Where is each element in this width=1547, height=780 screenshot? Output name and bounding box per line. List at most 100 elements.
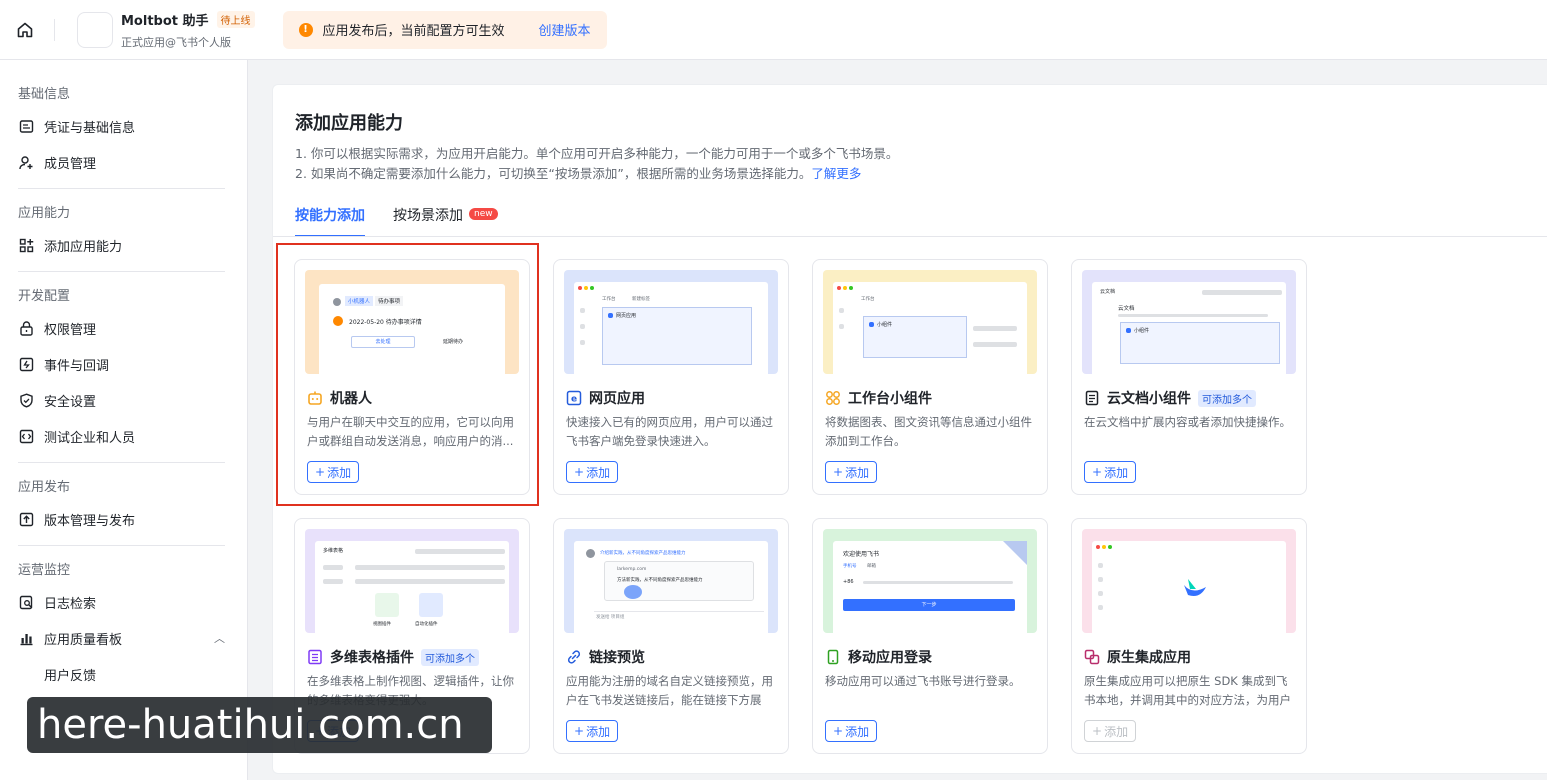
sidebar-item-label: 安全设置 <box>44 394 97 410</box>
publish-notice: ! 应用发布后，当前配置方可生效 创建版本 <box>282 10 607 49</box>
multi-add-badge: 可添加多个 <box>421 648 479 666</box>
sidebar-item-testing[interactable]: 测试企业和人员 <box>18 418 225 454</box>
sidebar-item-label: 日志检索 <box>44 596 97 612</box>
sidebar-item-permissions[interactable]: 权限管理 <box>18 310 225 346</box>
add-button-label: 添加 <box>845 465 870 480</box>
add-button[interactable]: +添加 <box>825 720 878 742</box>
card-title-text: 云文档小组件 <box>1107 391 1191 407</box>
description-line-1: 1. 你可以根据实际需求，为应用开启能力。单个应用可开启多种能力，一个能力可用于… <box>295 146 899 161</box>
sidebar-divider <box>18 188 225 189</box>
thumb-text: 视图插件 <box>373 622 391 627</box>
card-title: 链接预览 <box>566 647 645 667</box>
feishu-logo-icon <box>1184 579 1206 596</box>
card-description: 原生集成应用可以把原生 SDK 集成到飞书本地，并调用其中的对应方法，为用户提.… <box>1084 674 1291 707</box>
widget-icon <box>825 390 841 406</box>
description-text: 2. 如果尚不确定需要添加什么能力，可切换至“按场景添加”，根据所需的业务场景选… <box>295 166 812 181</box>
add-button-label: 添加 <box>1104 724 1129 739</box>
learn-more-link[interactable]: 了解更多 <box>811 166 861 181</box>
add-button-label: 添加 <box>586 465 611 480</box>
member-add-icon <box>18 154 34 170</box>
card-title: 原生集成应用 <box>1084 647 1191 667</box>
sidebar-item-logs[interactable]: 日志检索 <box>18 584 225 620</box>
card-title-text: 链接预览 <box>589 650 645 666</box>
card-title-text: 工作台小组件 <box>848 391 932 407</box>
mobile-icon <box>825 649 841 665</box>
event-icon <box>18 356 34 372</box>
sidebar-item-label: 版本管理与发布 <box>44 513 136 529</box>
tab-by-capability[interactable]: 按能力添加 <box>295 205 365 237</box>
highlight-box <box>276 243 539 506</box>
thumb-text: 邮箱 <box>867 564 876 569</box>
sidebar-item-release[interactable]: 版本管理与发布 <box>18 501 225 537</box>
app-avatar <box>77 11 113 48</box>
add-button[interactable]: +添加 <box>825 461 878 483</box>
add-button[interactable]: +添加 <box>1084 461 1137 483</box>
tab-bar: 按能力添加 按场景添加 new <box>295 205 498 237</box>
description-line-2: 2. 如果尚不确定需要添加什么能力，可切换至“按场景添加”，根据所需的业务场景选… <box>295 163 861 182</box>
thumb-text: larkemp.com <box>617 567 647 572</box>
capability-card-native-app[interactable]: 原生集成应用 原生集成应用可以把原生 SDK 集成到飞书本地，并调用其中的对应方… <box>1071 518 1307 754</box>
bitable-icon <box>307 649 323 665</box>
card-title: 移动应用登录 <box>825 647 932 667</box>
warning-icon: ! <box>298 22 313 37</box>
thumb-text: 发送给 项目组 <box>596 615 625 620</box>
link-icon <box>566 649 582 665</box>
new-badge: new <box>469 208 498 220</box>
thumb-text: +86 <box>843 579 854 585</box>
top-header: Moltbot 助手 待上线 正式应用@飞书个人版 ! 应用发布后，当前配置方可… <box>0 0 1547 60</box>
sidebar-item-user-feedback[interactable]: 用户反馈 <box>18 656 225 692</box>
status-badge: 待上线 <box>216 10 255 28</box>
card-thumbnail: 工作台 小组件 <box>823 270 1037 374</box>
test-icon <box>18 428 34 444</box>
sidebar-item-events[interactable]: 事件与回调 <box>18 346 225 382</box>
add-button[interactable]: +添加 <box>566 720 619 742</box>
capability-card-web-app[interactable]: 工作台 新建标签 网页应用 e 网页应用 快速接入已有的网页应用，用户可以通过飞… <box>553 259 789 495</box>
app-meta: Moltbot 助手 待上线 正式应用@飞书个人版 <box>121 10 255 50</box>
sidebar-item-label: 添加应用能力 <box>44 239 123 255</box>
capability-card-link-preview[interactable]: 介绍新实践，从不同角度探索产品思维能力 larkemp.com 方法新实践，从不… <box>553 518 789 754</box>
app-name: Moltbot 助手 <box>121 13 209 29</box>
credential-icon <box>18 118 34 134</box>
thumb-text: 多维表格 <box>323 548 344 554</box>
card-thumbnail: 欢迎使用飞书 手机号 邮箱 +86 下一步 <box>823 529 1037 633</box>
card-title-text: 网页应用 <box>589 391 645 407</box>
tab-by-scenario[interactable]: 按场景添加 new <box>393 205 498 237</box>
create-version-link[interactable]: 创建版本 <box>539 20 591 39</box>
watermark: here-huatihui.com.cn <box>27 697 492 753</box>
sidebar-item-credentials[interactable]: 凭证与基础信息 <box>18 108 225 144</box>
capability-card-workplace-widget[interactable]: 工作台 小组件 工作台小组件 将数据图表、图文资讯等信息通过小组件添加到工作台。… <box>812 259 1048 495</box>
sidebar-item-quality-board[interactable]: 应用质量看板 ︿ <box>18 620 225 656</box>
add-button-label: 添加 <box>1104 465 1129 480</box>
sidebar-section-title: 开发配置 <box>18 288 71 304</box>
header-divider <box>54 18 55 41</box>
home-icon <box>17 22 33 37</box>
add-button-disabled[interactable]: + 添加 <box>1084 720 1137 742</box>
web-app-icon: e <box>566 390 582 406</box>
thumb-text: 网页应用 <box>616 313 637 319</box>
sidebar-item-label: 事件与回调 <box>44 358 110 374</box>
card-title-text: 移动应用登录 <box>848 650 932 666</box>
sidebar-item-members[interactable]: 成员管理 <box>18 144 225 180</box>
apps-add-icon <box>18 237 34 253</box>
card-title: e 网页应用 <box>566 388 645 408</box>
thumb-text: 工作台 <box>602 297 616 302</box>
thumb-text: 新建标签 <box>632 297 650 302</box>
card-description: 在云文档中扩展内容或者添加快捷操作。 <box>1084 415 1291 429</box>
home-button[interactable] <box>0 0 50 60</box>
sidebar-item-add-capability[interactable]: 添加应用能力 <box>18 227 225 263</box>
plus-icon: + <box>1092 465 1103 479</box>
card-description: 移动应用可以通过飞书账号进行登录。 <box>825 674 1021 688</box>
notice-text: 应用发布后，当前配置方可生效 <box>322 24 505 39</box>
lock-icon <box>18 320 34 336</box>
add-button[interactable]: +添加 <box>566 461 619 483</box>
chevron-up-icon[interactable]: ︿ <box>214 630 225 646</box>
sidebar-item-label: 凭证与基础信息 <box>44 120 136 136</box>
sidebar-divider <box>18 545 225 546</box>
capability-card-doc-widget[interactable]: 云文档 云文档 小组件 云文档小组件 可添加多个 在云文档中扩展内容或者添加快捷… <box>1071 259 1307 495</box>
thumb-text: 下一步 <box>843 599 1015 611</box>
sidebar-section-title: 应用能力 <box>18 205 71 221</box>
capability-card-mobile-login[interactable]: 欢迎使用飞书 手机号 邮箱 +86 下一步 移动应用登录 移动应用可以通过飞书账… <box>812 518 1048 754</box>
sidebar-item-security[interactable]: 安全设置 <box>18 382 225 418</box>
card-title-text: 原生集成应用 <box>1107 650 1191 666</box>
sidebar-section-title: 基础信息 <box>18 86 71 102</box>
